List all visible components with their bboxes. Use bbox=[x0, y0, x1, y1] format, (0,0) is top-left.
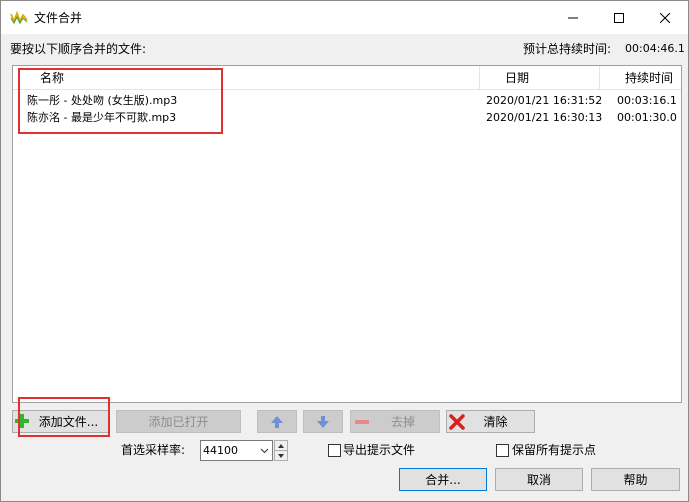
maximize-icon bbox=[614, 12, 624, 23]
triangle-up-icon bbox=[278, 443, 284, 448]
help-label: 帮助 bbox=[623, 473, 648, 487]
export-cues-label[interactable]: 导出提示文件 bbox=[343, 443, 415, 457]
column-divider[interactable] bbox=[599, 66, 600, 90]
file-date: 2020/01/21 16:30:13 bbox=[486, 111, 603, 124]
export-cues-checkbox[interactable] bbox=[328, 444, 341, 457]
minus-icon bbox=[355, 420, 369, 424]
triangle-down-icon bbox=[278, 453, 284, 458]
chevron-down-icon bbox=[260, 448, 269, 454]
column-divider[interactable] bbox=[479, 66, 480, 90]
remove-label: 去掉 bbox=[390, 415, 415, 429]
add-opened-button[interactable]: 添加已打开 bbox=[116, 410, 241, 433]
arrow-up-icon bbox=[271, 415, 283, 428]
spin-down-button[interactable] bbox=[275, 451, 287, 460]
file-date: 2020/01/21 16:31:52 bbox=[486, 94, 603, 107]
merge-label: 合并... bbox=[425, 473, 461, 487]
sample-rate-select[interactable]: 44100 bbox=[200, 440, 273, 461]
file-merge-dialog: 文件合并 要按以下顺序合并的文件: 预计总持续时间: 00:04:46.1 名称… bbox=[0, 0, 689, 502]
column-header-date[interactable]: 日期 bbox=[505, 66, 529, 90]
file-duration: 00:03:16.1 bbox=[617, 94, 677, 107]
sample-rate-label: 首选采样率: bbox=[121, 443, 186, 457]
sample-rate-value: 44100 bbox=[203, 444, 238, 457]
red-x-icon bbox=[449, 414, 465, 430]
column-header-duration[interactable]: 持续时间 bbox=[625, 66, 673, 90]
keep-cues-checkbox[interactable] bbox=[496, 444, 509, 457]
remove-button[interactable]: 去掉 bbox=[350, 410, 440, 433]
title-bar[interactable]: 文件合并 bbox=[1, 1, 688, 34]
spin-up-button[interactable] bbox=[275, 441, 287, 451]
cancel-label: 取消 bbox=[526, 473, 551, 487]
cancel-button[interactable]: 取消 bbox=[495, 468, 583, 491]
file-duration: 00:01:30.0 bbox=[617, 111, 677, 124]
add-opened-label: 添加已打开 bbox=[148, 415, 209, 429]
maximize-button[interactable] bbox=[596, 1, 642, 34]
move-down-button[interactable] bbox=[303, 410, 343, 433]
keep-cues-label[interactable]: 保留所有提示点 bbox=[512, 443, 596, 457]
close-icon bbox=[660, 12, 670, 23]
audio-waveform-icon bbox=[10, 10, 28, 24]
minimize-icon bbox=[568, 17, 578, 18]
total-duration-label: 预计总持续时间: bbox=[523, 42, 612, 56]
clear-button[interactable]: 清除 bbox=[446, 410, 535, 433]
sample-rate-spinner[interactable] bbox=[274, 440, 288, 461]
merge-order-label: 要按以下顺序合并的文件: bbox=[10, 42, 147, 56]
window-title: 文件合并 bbox=[34, 11, 83, 25]
clear-label: 清除 bbox=[483, 415, 508, 429]
highlight-box-add-files bbox=[18, 397, 110, 437]
total-duration-value: 00:04:46.1 bbox=[625, 42, 685, 55]
close-button[interactable] bbox=[642, 1, 688, 34]
move-up-button[interactable] bbox=[257, 410, 297, 433]
highlight-box-file-list bbox=[18, 68, 223, 134]
merge-button[interactable]: 合并... bbox=[399, 468, 487, 491]
arrow-down-icon bbox=[317, 415, 329, 428]
minimize-button[interactable] bbox=[550, 1, 596, 34]
help-button[interactable]: 帮助 bbox=[591, 468, 680, 491]
